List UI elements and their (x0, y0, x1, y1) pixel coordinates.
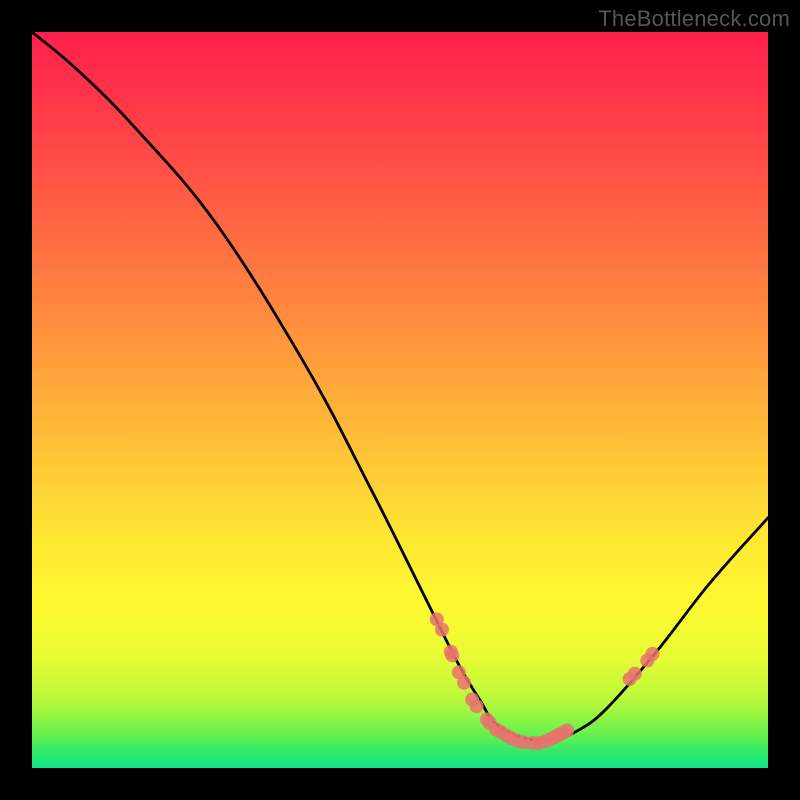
data-point (470, 699, 484, 713)
chart-container: TheBottleneck.com (0, 0, 800, 800)
scatter-points (430, 612, 660, 750)
curve-svg (32, 32, 768, 768)
data-point (457, 676, 471, 690)
data-point (435, 623, 449, 637)
data-point (628, 667, 642, 681)
curve-path (32, 32, 768, 740)
data-point (445, 648, 459, 662)
plot-area (32, 32, 768, 768)
watermark-text: TheBottleneck.com (598, 6, 790, 32)
data-point (645, 647, 659, 661)
data-point (560, 723, 574, 737)
